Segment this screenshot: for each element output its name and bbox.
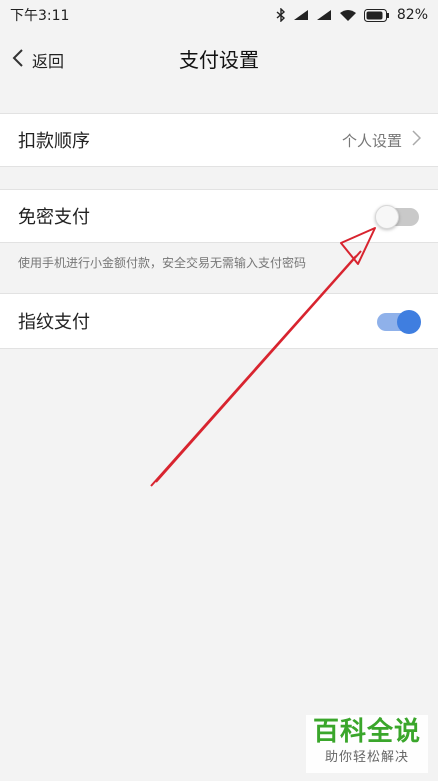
watermark-subtitle: 助你轻松解决	[324, 750, 409, 765]
annotation-arrow	[150, 227, 376, 487]
watermark-title: 百科全说	[312, 717, 421, 747]
watermark-logo: 百科全说 助你轻松解决	[306, 715, 428, 773]
